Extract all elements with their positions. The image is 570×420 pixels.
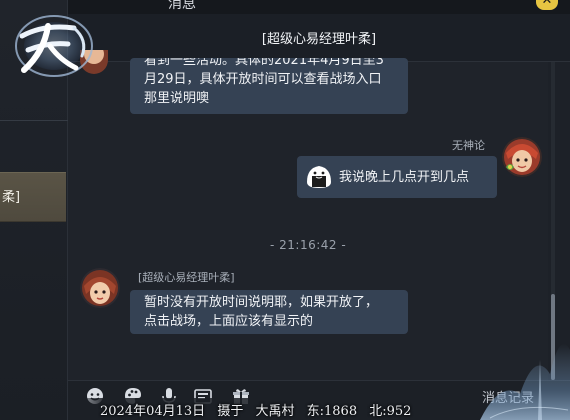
message-history-link[interactable]: 消息记录 xyxy=(482,387,534,406)
avatar[interactable] xyxy=(502,137,542,177)
close-button[interactable]: ✕ xyxy=(536,0,558,10)
message-bubble: 看到一些活动。具体的2021年4月9日至3 月29日，具体开放时间可以查看战场入… xyxy=(130,58,408,114)
chat-scrollbar[interactable] xyxy=(551,62,555,380)
chat-header: [超级心易经理叶柔] xyxy=(68,14,570,62)
rice-ball-emoji-icon xyxy=(307,166,331,188)
coordinate-north: 北:952 xyxy=(369,404,412,419)
capture-action: 摄于 xyxy=(217,404,244,419)
capture-date: 2024年04月13日 xyxy=(100,404,206,419)
game-logo-icon xyxy=(15,15,93,77)
message-text-line: 月29日，具体开放时间可以查看战场入口 xyxy=(144,72,382,87)
message-text-line: 暂时没有开放时间说明耶，如果开放了， xyxy=(144,295,379,310)
message-text-line: 那里说明噢 xyxy=(144,91,210,106)
message-text: 我说晚上几点开到几点 xyxy=(339,169,470,185)
coordinate-east: 东:1868 xyxy=(306,404,358,419)
chat-partner-name: [超级心易经理叶柔] xyxy=(261,32,377,47)
window-title: 消息 xyxy=(168,0,196,12)
sender-name: [超级心易经理叶柔] xyxy=(138,271,235,284)
sender-name: 无神论 xyxy=(452,139,485,152)
divider xyxy=(0,120,68,121)
avatar[interactable] xyxy=(80,268,120,308)
message-text-line: 看到一些活动。具体的2021年4月9日至3 xyxy=(144,58,384,68)
message-bubble: 我说晚上几点开到几点 xyxy=(297,156,497,198)
screenshot-caption: 2024年04月13日 摄于 大禹村 东:1868 北:952 xyxy=(100,400,419,419)
conversation-item-selected[interactable]: 柔] xyxy=(0,172,66,222)
message-bubble: 暂时没有开放时间说明耶，如果开放了， 点击战场，上面应该有显示的 xyxy=(130,290,408,334)
scrollbar-thumb[interactable] xyxy=(551,294,555,380)
message-timestamp: - 21:16:42 - xyxy=(270,238,347,252)
message-text-line: 点击战场，上面应该有显示的 xyxy=(144,314,314,329)
capture-location: 大禹村 xyxy=(255,404,295,419)
